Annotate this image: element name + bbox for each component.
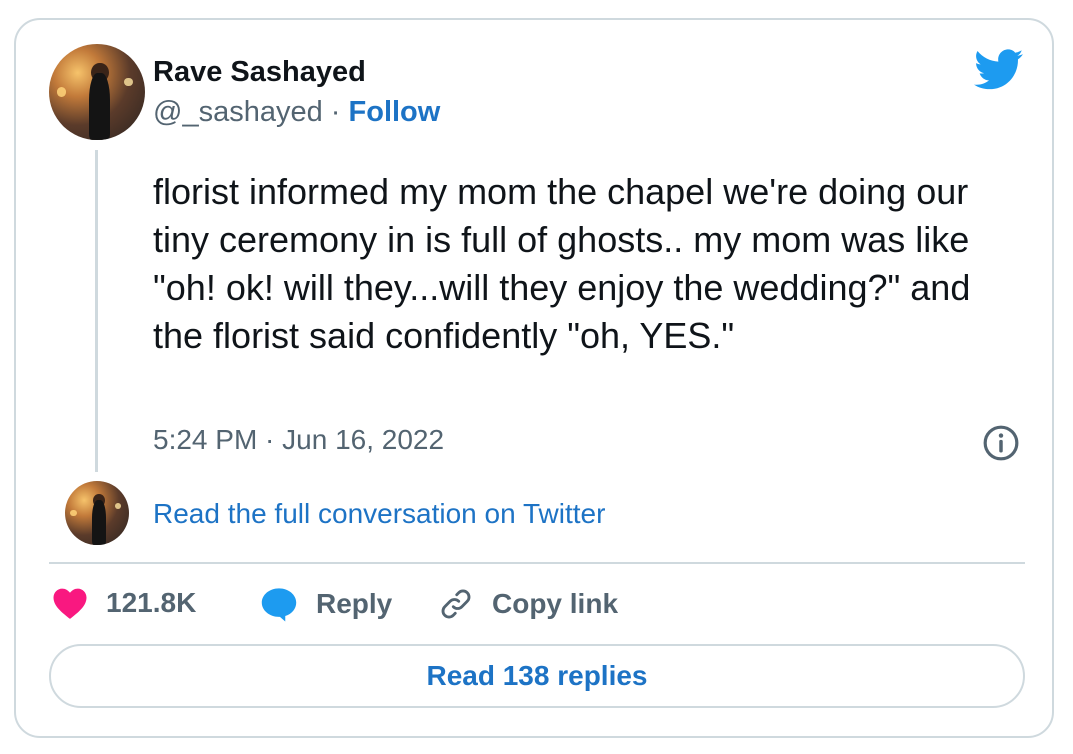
heart-icon [53,588,87,619]
divider [49,562,1025,564]
like-count: 121.8K [106,587,197,618]
reply-label: Reply [316,588,393,619]
info-icon[interactable] [982,424,1020,462]
reply-button[interactable]: Reply [260,586,392,622]
tweet-card: Rave Sashayed @_sashayed · Follow floris… [14,18,1054,738]
author-avatar[interactable] [49,44,145,140]
read-full-conversation-link[interactable]: Read the full conversation on Twitter [153,498,605,530]
twitter-bird-icon[interactable] [974,48,1024,92]
tweet-text: florist informed my mom the chapel we're… [153,171,971,356]
author-handle[interactable]: @_sashayed [153,96,323,128]
read-replies-button[interactable]: Read 138 replies [49,644,1025,708]
follow-link[interactable]: Follow [349,96,441,128]
link-icon [441,589,471,619]
reply-bubble-icon [261,588,297,622]
copy-link-button[interactable]: Copy link [438,586,618,622]
separator: · [330,96,341,128]
like-button[interactable]: 121.8K [52,586,196,620]
tweet-timestamp[interactable]: 5:24 PM · Jun 16, 2022 [153,424,444,456]
copy-link-label: Copy link [492,588,619,619]
conversation-avatar[interactable] [65,481,129,545]
author-handle-row: @_sashayed · Follow [153,96,440,129]
thread-line [95,150,98,472]
author-name[interactable]: Rave Sashayed [153,56,366,89]
